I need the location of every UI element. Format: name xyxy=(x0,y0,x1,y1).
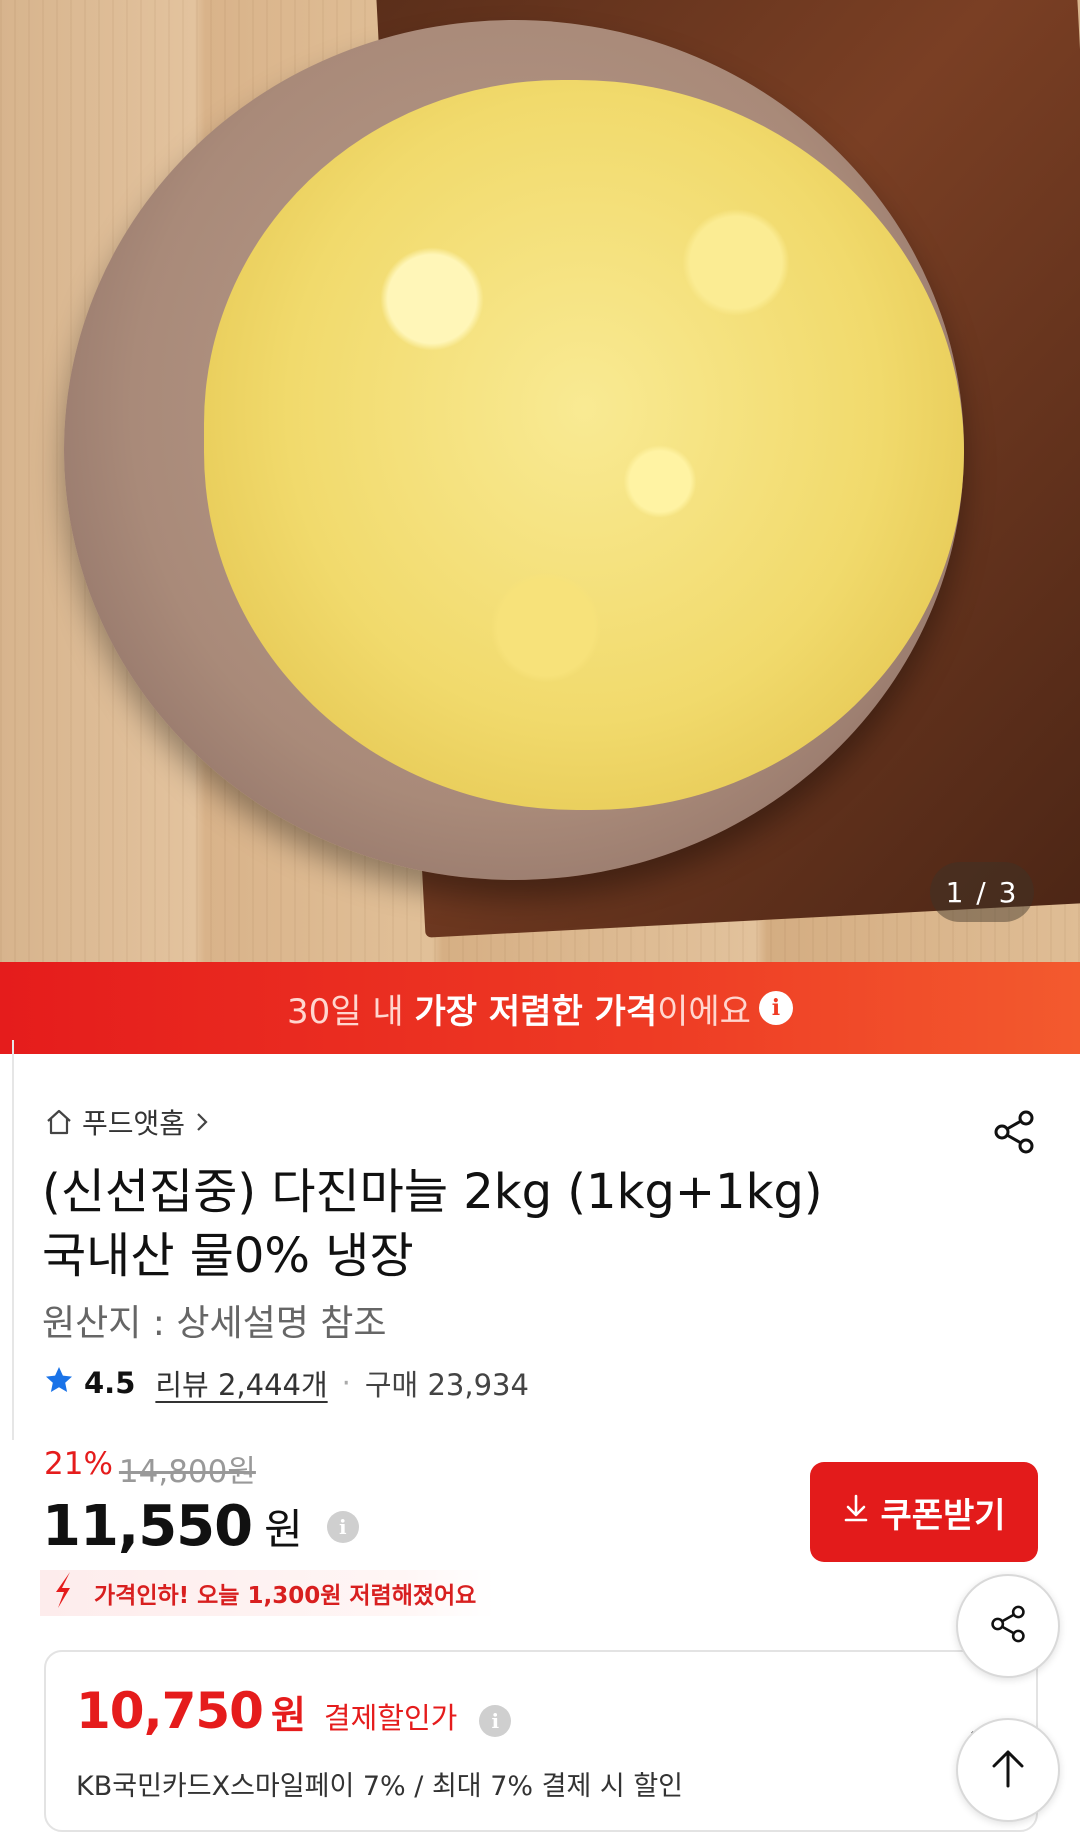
minced-garlic xyxy=(204,80,964,810)
sale-price-unit: 원 xyxy=(264,1505,303,1554)
payment-discount-card[interactable]: 10,750 원 결제할인가 i KB국민카드X스마일페이 7% / 최대 7%… xyxy=(44,1650,1038,1832)
chevron-right-icon xyxy=(193,1110,211,1134)
price-drop-notice: 가격인하! 오늘 1,300원 저렴해졌어요 xyxy=(40,1570,495,1616)
scroll-to-top-button[interactable] xyxy=(956,1718,1060,1822)
review-count-link[interactable]: 리뷰 2,444개 xyxy=(155,1362,327,1404)
payment-price-unit: 원 xyxy=(270,1693,306,1737)
lowest-price-banner[interactable]: 30일 내 가장 저렴한 가격 이에요 i xyxy=(0,962,1080,1054)
banner-text-prefix: 30일 내 xyxy=(287,991,415,1032)
coupon-download-button[interactable]: 쿠폰받기 xyxy=(810,1462,1038,1562)
star-icon xyxy=(44,1365,74,1402)
download-icon xyxy=(842,1492,870,1533)
purchase-count: 구매 23,934 xyxy=(364,1368,529,1402)
image-counter: 1 / 3 xyxy=(930,862,1034,922)
coupon-label: 쿠폰받기 xyxy=(880,1495,1006,1536)
separator-dot: · xyxy=(341,1366,351,1400)
discount-rate: 21% xyxy=(44,1446,113,1482)
arrow-up-icon xyxy=(988,1746,1028,1794)
payment-price-row: 10,750 원 결제할인가 i xyxy=(76,1682,512,1740)
page-edge-divider xyxy=(0,1040,14,1440)
discount-row: 21% 14,800원 xyxy=(44,1446,256,1491)
banner-text-suffix: 이에요 xyxy=(657,991,751,1032)
banner-text-bold: 가장 저렴한 가격 xyxy=(414,991,658,1032)
home-icon xyxy=(44,1107,74,1137)
price-info-icon[interactable]: i xyxy=(326,1510,359,1543)
payment-price-label: 결제할인가 xyxy=(323,1701,458,1735)
price-drop-text: 가격인하! 오늘 1,300원 저렴해졌어요 xyxy=(94,1583,477,1609)
sale-price-row: 11,550 원 i xyxy=(42,1494,359,1559)
product-image[interactable]: 1 / 3 xyxy=(0,0,1080,962)
product-title-line1: (신선집중) 다진마늘 2kg (1kg+1kg) xyxy=(42,1164,823,1220)
rating-score: 4.5 xyxy=(84,1366,136,1400)
store-name: 푸드앳홈 xyxy=(82,1107,186,1140)
rating-row: 4.5 리뷰 2,444개 · 구매 23,934 xyxy=(44,1362,529,1404)
floating-share-button[interactable] xyxy=(956,1574,1060,1678)
bowl xyxy=(64,20,964,880)
share-icon xyxy=(984,1600,1032,1652)
sale-price: 11,550 xyxy=(42,1494,253,1559)
payment-price: 10,750 xyxy=(76,1682,264,1740)
info-icon[interactable]: i xyxy=(758,991,793,1025)
breadcrumb[interactable]: 푸드앳홈 xyxy=(44,1102,211,1142)
payment-discount-desc: KB국민카드X스마일페이 7% / 최대 7% 결제 시 할인 xyxy=(76,1771,684,1802)
payment-info-icon[interactable]: i xyxy=(479,1705,512,1737)
price-down-arrow-icon xyxy=(50,1570,84,1616)
product-title-line2: 국내산 물0% 냉장 xyxy=(42,1228,414,1284)
product-title: (신선집중) 다진마늘 2kg (1kg+1kg) 국내산 물0% 냉장 xyxy=(42,1160,972,1288)
original-price: 14,800원 xyxy=(118,1454,256,1490)
origin-info: 원산지 : 상세설명 참조 xyxy=(42,1303,387,1344)
share-icon[interactable] xyxy=(986,1104,1042,1160)
